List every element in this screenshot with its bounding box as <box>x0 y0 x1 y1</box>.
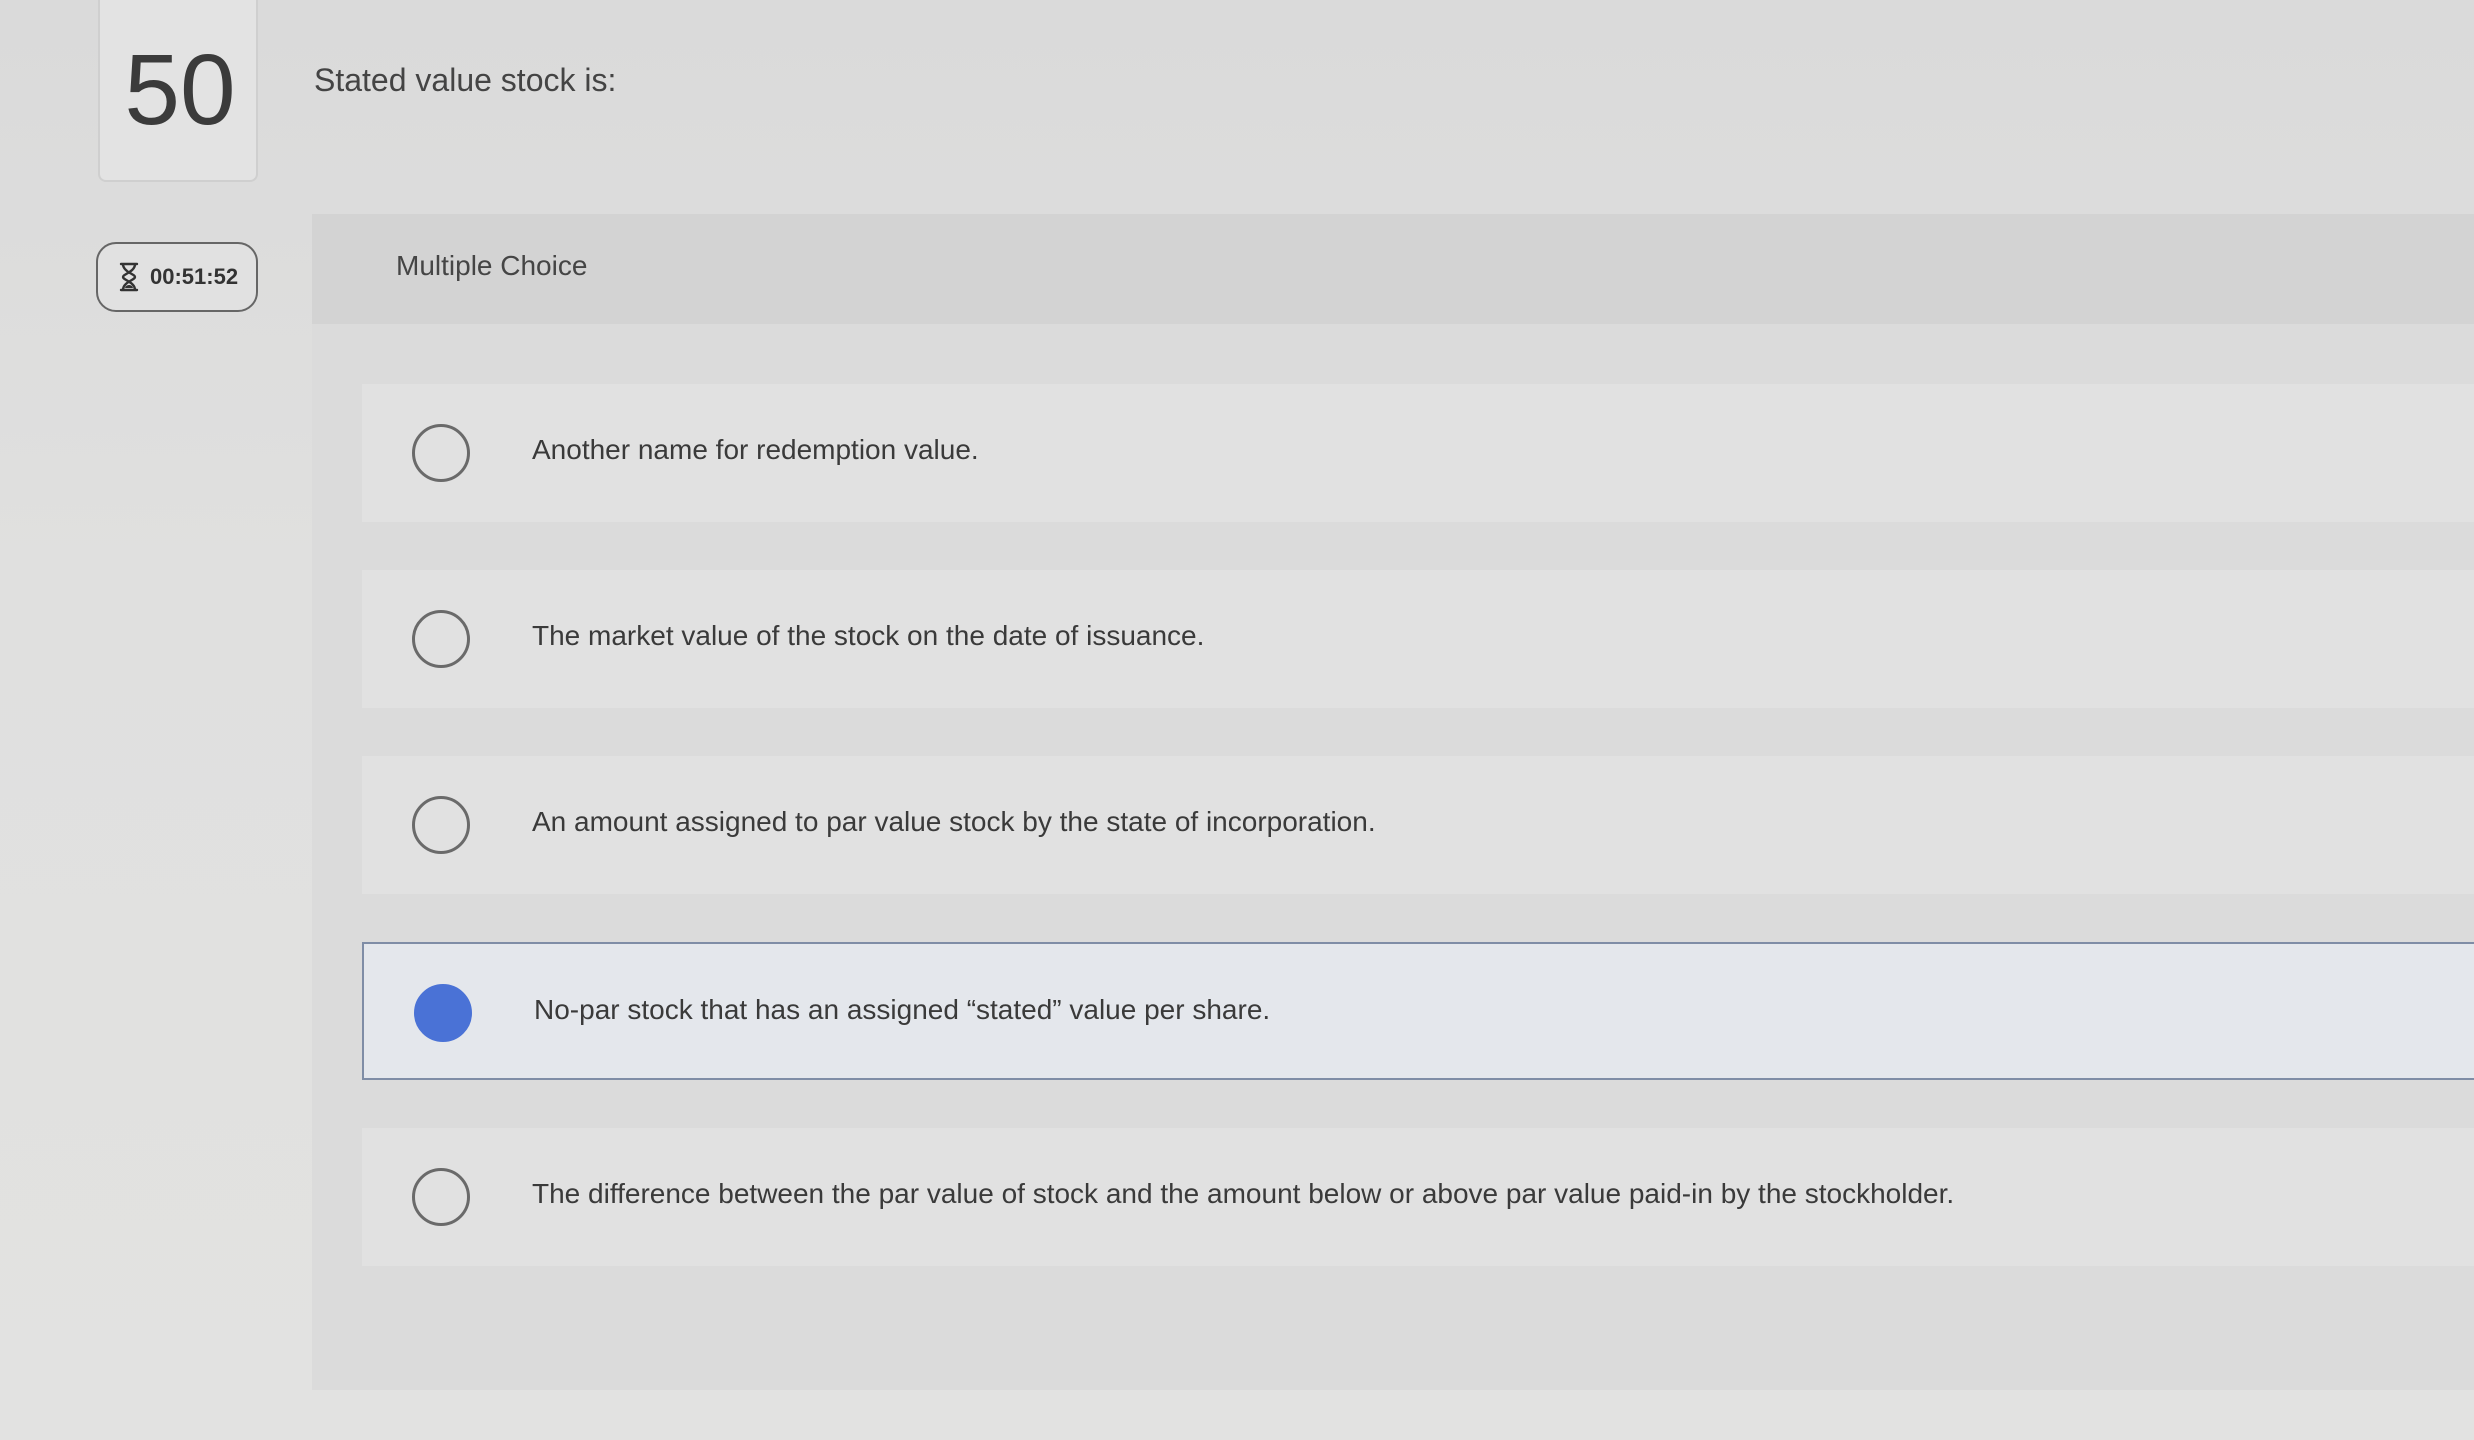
timer-value: 00:51:52 <box>150 264 239 289</box>
quiz-page: 50 Stated value stock is: 00:51:52 Multi… <box>0 0 2474 1440</box>
options-list: Another name for redemption value. The m… <box>312 324 2474 1390</box>
option-label: The market value of the stock on the dat… <box>532 620 1205 651</box>
radio-button[interactable] <box>412 424 470 482</box>
panel-header: Multiple Choice <box>312 214 2474 324</box>
option-3[interactable]: An amount assigned to par value stock by… <box>362 756 2474 894</box>
option-label: The difference between the par value of … <box>532 1178 1955 1209</box>
question-number-box: 50 <box>98 0 258 182</box>
question-prompt: Stated value stock is: <box>314 62 617 98</box>
question-type-label: Multiple Choice <box>396 250 588 281</box>
radio-button[interactable] <box>412 610 470 668</box>
option-1[interactable]: Another name for redemption value. <box>362 384 2474 522</box>
radio-button[interactable] <box>412 1168 470 1226</box>
radio-button[interactable] <box>412 796 470 854</box>
option-label: No-par stock that has an assigned “state… <box>534 994 1271 1025</box>
option-2[interactable]: The market value of the stock on the dat… <box>362 570 2474 708</box>
option-4-selected[interactable]: No-par stock that has an assigned “state… <box>362 942 2474 1080</box>
question-number: 50 <box>124 34 236 146</box>
option-5[interactable]: The difference between the par value of … <box>362 1128 2474 1266</box>
answer-panel: Multiple Choice Another name for redempt… <box>312 214 2474 1390</box>
hourglass-icon <box>118 262 140 292</box>
radio-button-selected[interactable] <box>414 984 472 1042</box>
timer-badge[interactable]: 00:51:52 <box>96 242 258 312</box>
option-label: Another name for redemption value. <box>532 434 979 465</box>
option-label: An amount assigned to par value stock by… <box>532 806 1376 837</box>
